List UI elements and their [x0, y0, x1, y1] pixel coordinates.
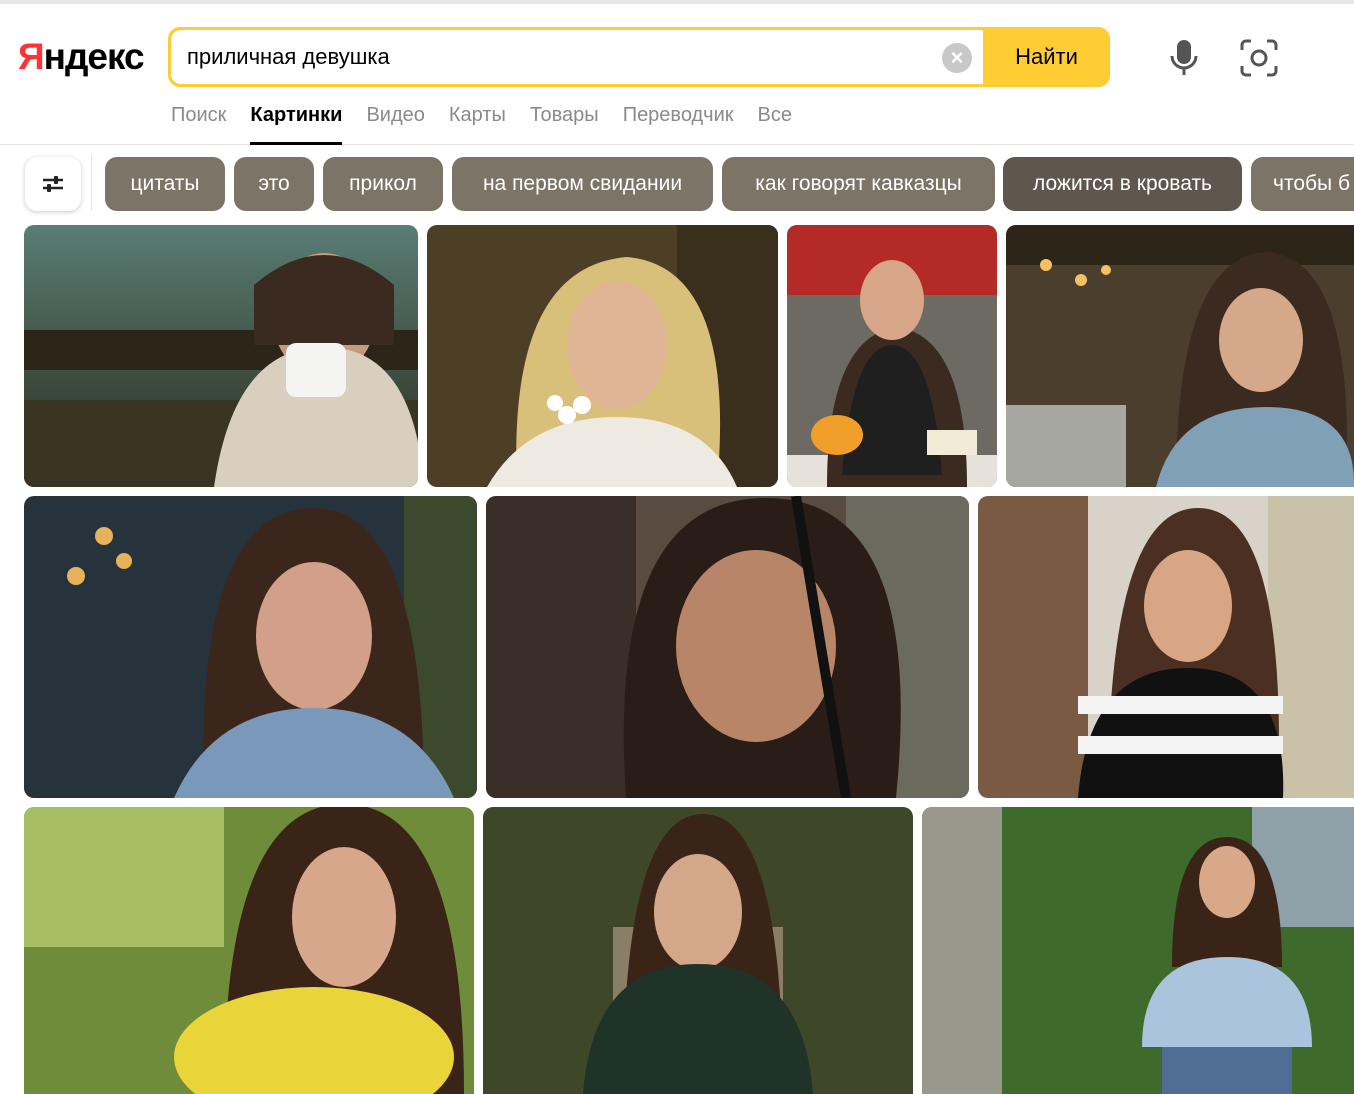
tab-all[interactable]: Все	[758, 100, 792, 145]
camera-search-icon[interactable]	[1238, 37, 1280, 79]
photo-cafe-dessert	[787, 225, 997, 487]
tab-images[interactable]: Картинки	[250, 100, 343, 145]
tab-search[interactable]: Поиск	[171, 100, 226, 145]
chip-this[interactable]: это	[234, 157, 314, 211]
filter-button[interactable]	[25, 157, 81, 211]
chip-first-date[interactable]: на первом свидании	[452, 157, 713, 211]
logo-first-letter: Я	[18, 36, 45, 77]
image-thumbnail[interactable]	[787, 225, 997, 487]
image-thumbnail[interactable]	[24, 496, 477, 798]
image-thumbnail[interactable]	[483, 807, 913, 1094]
yandex-logo[interactable]: Яндекс	[18, 35, 145, 79]
logo-rest: ндекс	[43, 36, 145, 77]
filter-sliders-icon	[43, 176, 63, 192]
image-thumbnail[interactable]	[922, 807, 1354, 1094]
image-thumbnail[interactable]	[1006, 225, 1354, 487]
photo-dark-hair-closeup	[486, 496, 969, 798]
tab-video[interactable]: Видео	[366, 100, 424, 145]
image-thumbnail[interactable]	[24, 225, 418, 487]
photo-night-street	[24, 496, 477, 798]
microphone-icon[interactable]	[1166, 38, 1202, 78]
photo-street-cafe	[1006, 225, 1354, 487]
image-thumbnail[interactable]	[427, 225, 778, 487]
photo-striped-top	[978, 496, 1354, 798]
image-thumbnail[interactable]	[486, 496, 969, 798]
clear-icon[interactable]: ×	[942, 43, 972, 73]
search-bar: × Найти	[168, 27, 1110, 87]
chip-goes-to-bed[interactable]: ложится в кровать	[1003, 157, 1242, 211]
tab-translator[interactable]: Переводчик	[623, 100, 734, 145]
photo-blonde-flowers	[427, 225, 778, 487]
chip-joke[interactable]: прикол	[323, 157, 443, 211]
photo-green-sweater	[483, 807, 913, 1094]
header: Яндекс × Найти Поиск Картинки Видео Карт…	[0, 4, 1354, 145]
image-thumbnail[interactable]	[24, 807, 474, 1094]
tab-products[interactable]: Товары	[530, 100, 599, 145]
chip-so-that[interactable]: чтобы б	[1251, 157, 1354, 211]
search-button[interactable]: Найти	[983, 27, 1110, 87]
chip-quotes[interactable]: цитаты	[105, 157, 225, 211]
photo-blue-shirt	[922, 807, 1354, 1094]
image-thumbnail[interactable]	[978, 496, 1354, 798]
chip-caucasians[interactable]: как говорят кавказцы	[722, 157, 995, 211]
chip-divider	[91, 155, 92, 211]
tab-maps[interactable]: Карты	[449, 100, 506, 145]
search-tabs: Поиск Картинки Видео Карты Товары Перево…	[171, 100, 816, 145]
photo-yellow-flowers	[24, 807, 474, 1094]
search-input[interactable]	[187, 30, 927, 84]
search-field: ×	[171, 30, 983, 84]
photo-woman-mug	[24, 225, 418, 487]
